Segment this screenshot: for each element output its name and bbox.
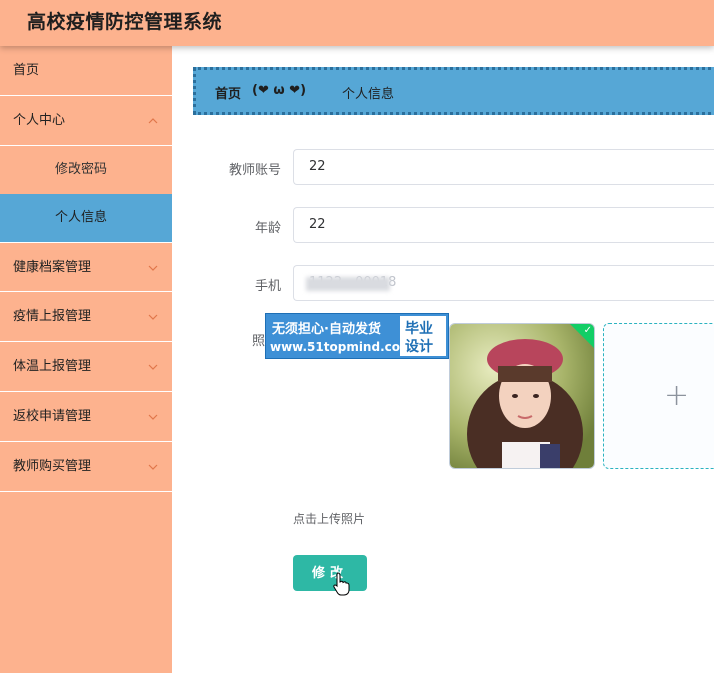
phone-blur-mask [306,277,390,291]
watermark-badge: 毕业 设计 [400,316,446,356]
age-input[interactable]: 22 [293,207,714,243]
check-icon: ✓ [583,325,592,336]
chevron-down-icon [148,314,158,320]
top-header: 高校疫情防控管理系统 [0,0,714,46]
sidebar-item-label: 教师购买管理 [13,459,92,474]
watermark-badge-top: 毕业 [405,321,433,337]
chevron-down-icon [148,364,158,370]
breadcrumb: 首页 (❤ ω ❤) 个人信息 [193,67,714,115]
uploaded-photo[interactable]: ✓ [449,323,595,469]
sidebar-item-home[interactable]: 首页 [0,46,172,96]
watermark-banner: 无须担心·自动发货 www.51topmind.com 毕业 设计 [265,313,449,359]
breadcrumb-home-link[interactable]: 首页 [215,83,241,102]
upload-hint: 点击上传照片 [293,512,366,526]
chevron-up-icon [148,118,158,124]
account-label: 教师账号 [228,163,281,178]
plus-icon: + [664,378,690,413]
sidebar-item-label: 首页 [13,63,40,78]
hand-pointer-icon [333,572,350,596]
sidebar-subitem-label: 个人信息 [55,210,108,225]
submit-button[interactable]: 修改 [293,555,367,591]
breadcrumb-current: 个人信息 [342,87,395,102]
sidebar-item-label: 疫情上报管理 [13,309,92,324]
watermark-badge-bottom: 设计 [405,339,433,355]
chevron-down-icon [148,464,158,470]
chevron-down-icon [148,265,158,271]
sidebar-subitem-label: 修改密码 [55,162,108,177]
watermark-line2: www.51topmind.com [270,340,413,354]
sidebar-item-epidemic-report[interactable]: 疫情上报管理 [0,292,172,342]
sidebar-item-temperature-report[interactable]: 体温上报管理 [0,342,172,392]
upload-photo-button[interactable]: + [603,323,714,469]
chevron-down-icon [148,414,158,420]
sidebar-item-personal-center[interactable]: 个人中心 [0,96,172,146]
sidebar-item-health-records[interactable]: 健康档案管理 [0,242,172,292]
app-title: 高校疫情防控管理系统 [27,11,223,33]
sidebar: 首页 个人中心 修改密码 个人信息 健康档案管理 疫情上报管理 体温上报管理 返… [0,46,172,673]
sidebar-item-label: 个人中心 [13,113,66,128]
phone-label: 手机 [254,279,281,294]
sidebar-item-label: 健康档案管理 [13,260,92,275]
sidebar-subitem-personal-info[interactable]: 个人信息 [0,194,172,242]
age-label: 年龄 [254,221,281,236]
breadcrumb-separator: (❤ ω ❤) [252,83,307,98]
sidebar-item-label: 体温上报管理 [13,359,92,374]
main-content: 首页 (❤ ω ❤) 个人信息 教师账号 22 年龄 22 手机 1122…00… [172,46,714,673]
sidebar-subitem-change-password[interactable]: 修改密码 [0,146,172,194]
sidebar-item-return-application[interactable]: 返校申请管理 [0,392,172,442]
sidebar-item-teacher-purchase[interactable]: 教师购买管理 [0,442,172,492]
watermark-line1: 无须担心·自动发货 [272,322,381,337]
account-input[interactable]: 22 [293,149,714,185]
sidebar-item-label: 返校申请管理 [13,409,92,424]
